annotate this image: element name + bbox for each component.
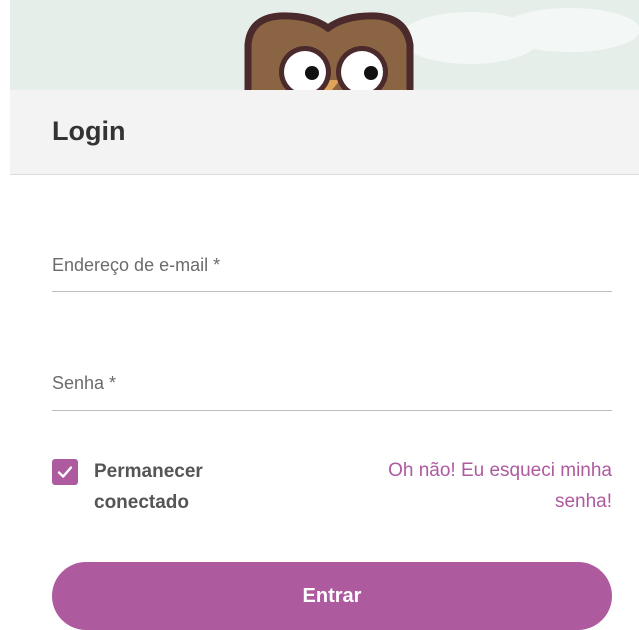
login-header: Login — [10, 90, 639, 175]
check-icon — [57, 466, 73, 478]
remember-me-control[interactable]: Permanecer conectado — [52, 458, 234, 518]
password-input[interactable] — [52, 383, 616, 406]
email-field[interactable]: Endereço de e-mail * — [52, 250, 616, 292]
page-title: Login — [52, 116, 126, 146]
owl-mascot-icon — [244, 8, 639, 90]
forgot-password-link[interactable]: Oh não! Eu esqueci minha senha! — [352, 455, 612, 517]
remember-checkbox[interactable] — [52, 459, 78, 485]
password-field[interactable]: Senha * — [52, 369, 616, 411]
login-submit-button[interactable]: Entrar — [52, 562, 612, 630]
remember-label: Permanecer conectado — [94, 461, 203, 513]
email-input[interactable] — [52, 264, 616, 287]
top-banner — [10, 0, 639, 90]
